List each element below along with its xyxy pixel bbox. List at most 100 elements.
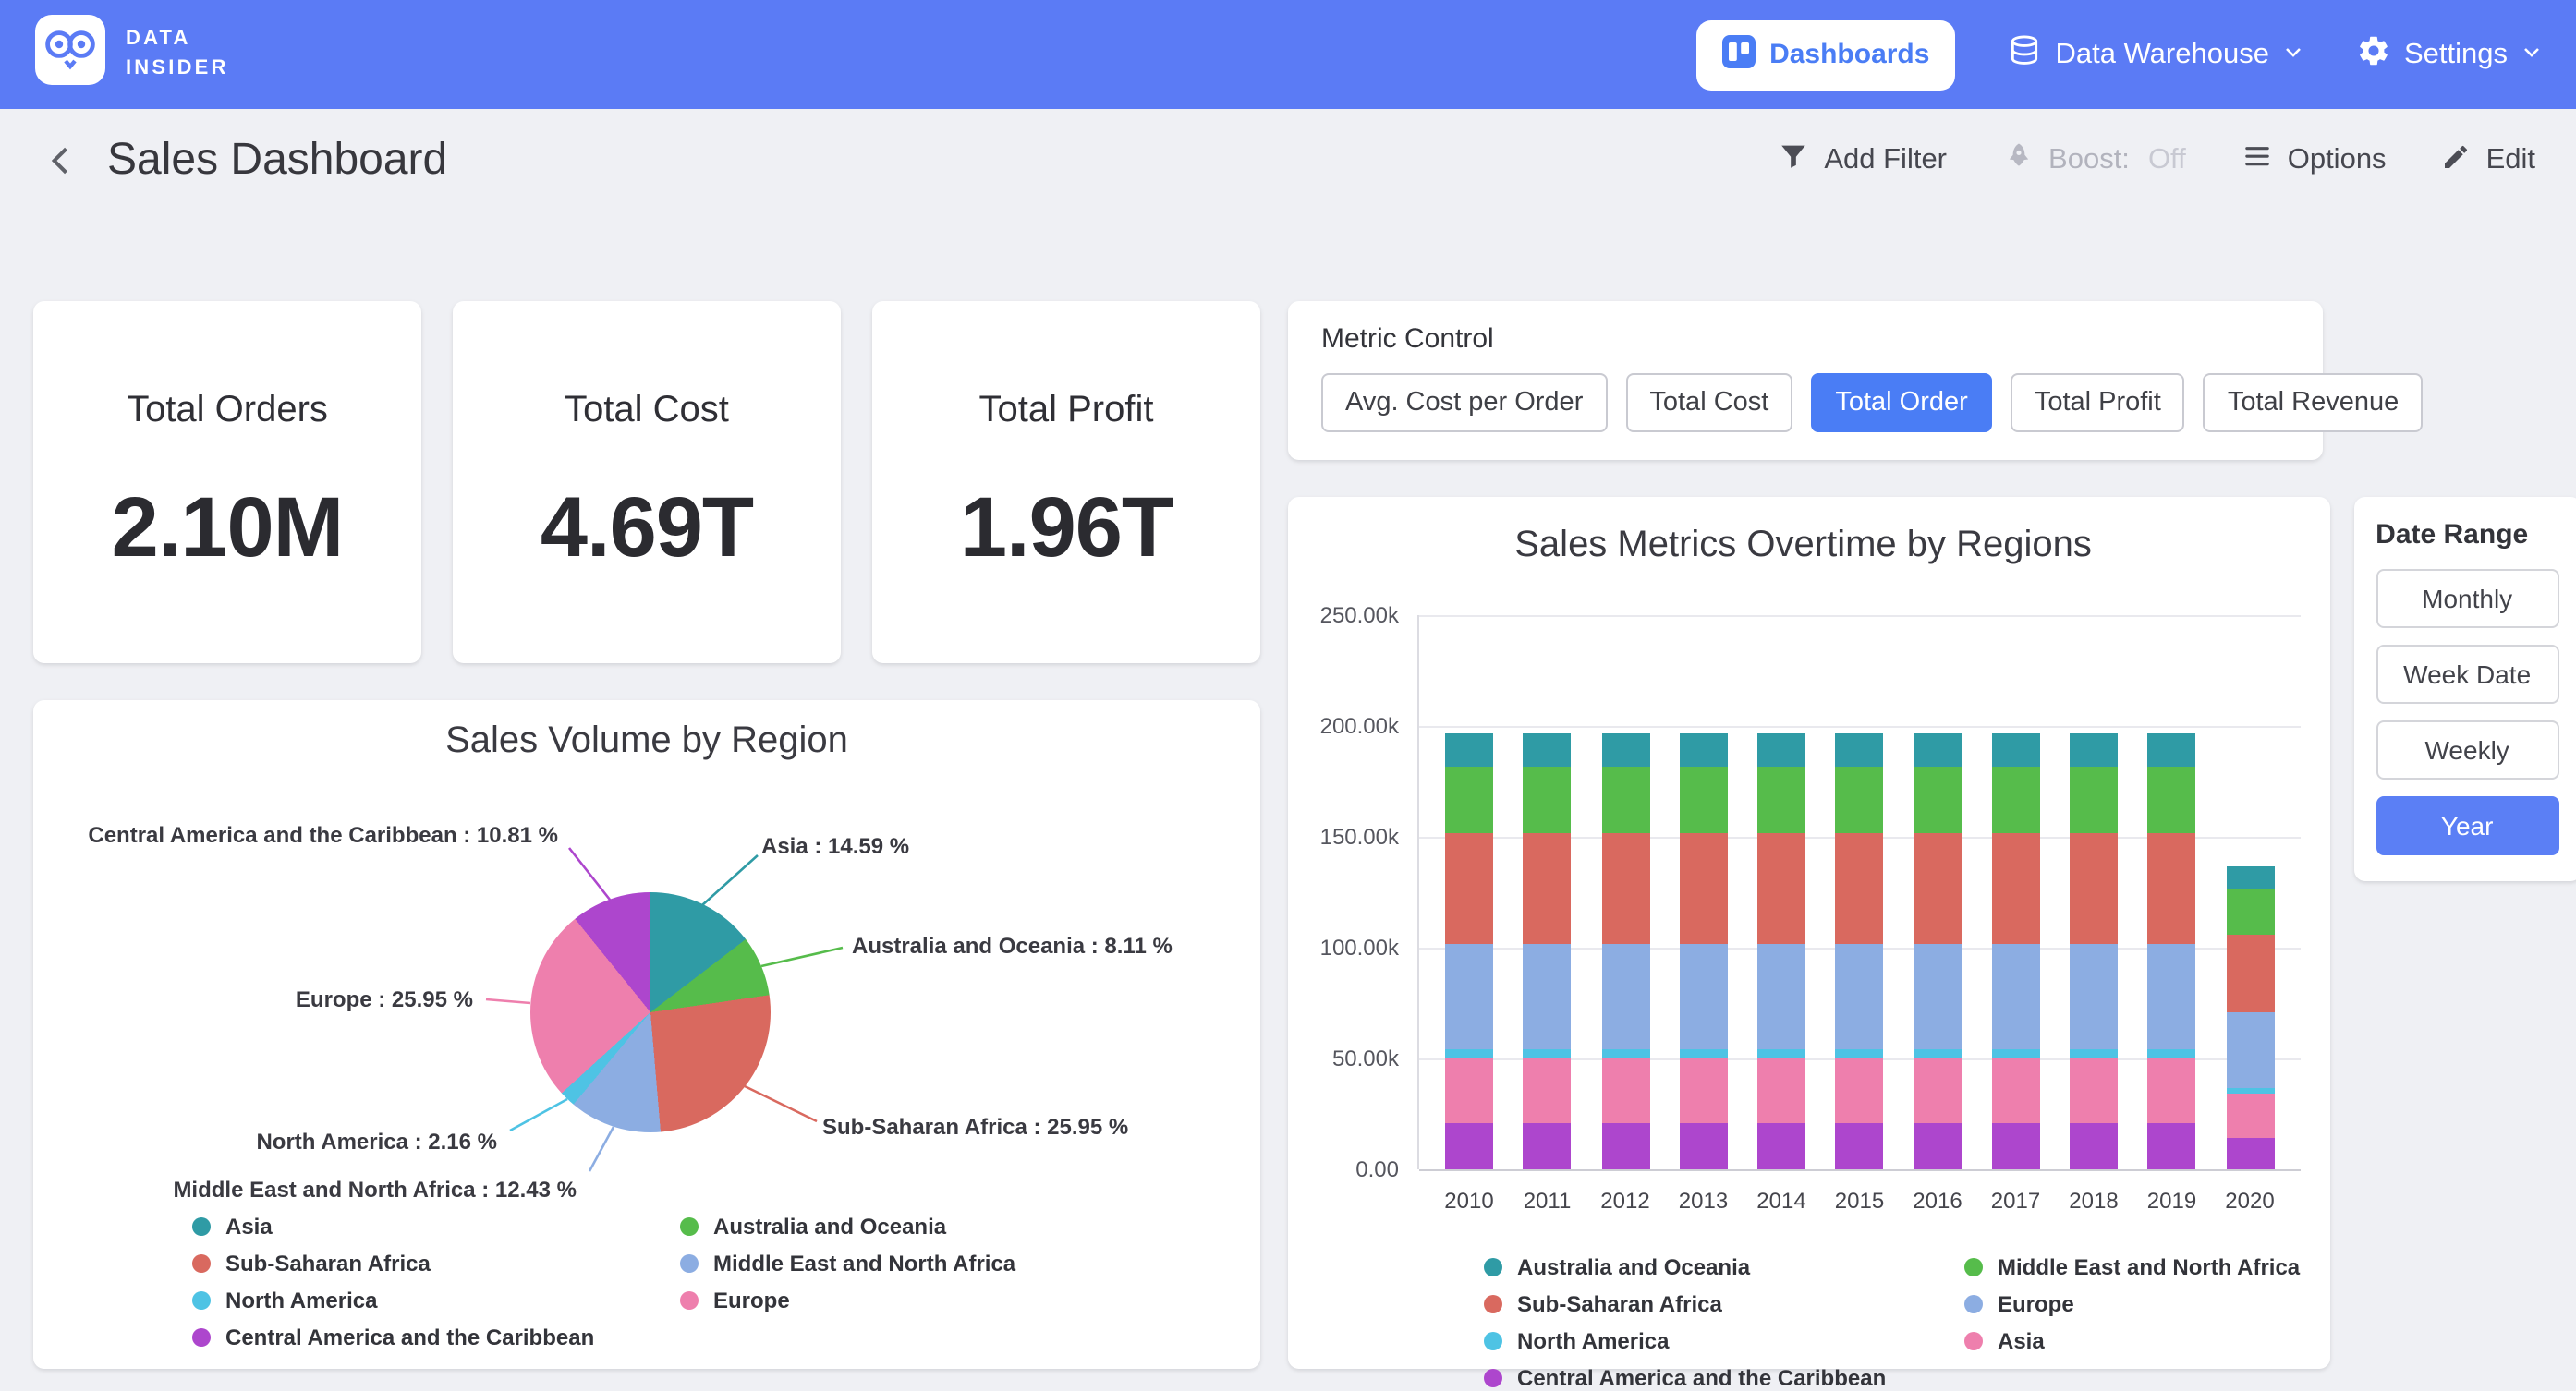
legend-item[interactable]: Australia and Oceania [680, 1214, 1015, 1240]
bar-segment [2226, 888, 2274, 934]
header-actions: Add Filter Boost: Off Options [1778, 140, 2535, 181]
bar-segment [2226, 865, 2274, 888]
legend-label: Sub-Saharan Africa [225, 1251, 431, 1276]
legend-item[interactable]: Sub-Saharan Africa [1484, 1291, 1964, 1317]
pie-label-sub-saharan-africa: Sub-Saharan Africa : 25.95 % [822, 1114, 1128, 1140]
brand[interactable]: DATA INSIDER [33, 13, 229, 96]
bar-segment [2070, 943, 2118, 1049]
legend-item[interactable]: Sub-Saharan Africa [192, 1251, 680, 1276]
metric-button-total-order[interactable]: Total Order [1811, 373, 1991, 432]
y-tick-label: 0.00 [1355, 1156, 1399, 1182]
legend-item[interactable]: Central America and the Caribbean [192, 1324, 680, 1350]
bar-2017[interactable]: 2017 [1992, 732, 2040, 1169]
options-button[interactable]: Options [2242, 140, 2387, 181]
legend-label: North America [225, 1288, 378, 1313]
bar-chart-card: Sales Metrics Overtime by Regions 250.00… [1288, 497, 2329, 1369]
legend-item[interactable]: Europe [1964, 1291, 2300, 1317]
legend-item[interactable]: North America [1484, 1328, 1964, 1354]
legend-item[interactable]: Asia [192, 1214, 680, 1240]
bar-segment [1601, 1058, 1649, 1123]
kpi-total-profit: Total Profit 1.96T [872, 301, 1260, 663]
legend-item[interactable]: Asia [1964, 1328, 2300, 1354]
back-button[interactable] [41, 140, 81, 181]
bar-2016[interactable]: 2016 [1914, 732, 1962, 1169]
bar-2020[interactable]: 2020 [2226, 865, 2274, 1169]
brand-line1: DATA [126, 25, 229, 54]
date-range-week-date-button[interactable]: Week Date [2376, 645, 2558, 704]
nav-data-warehouse[interactable]: Data Warehouse [2007, 32, 2304, 77]
bar-legend-col2: Middle East and North Africa Europe Asia [1964, 1254, 2300, 1391]
legend-label: Middle East and North Africa [1998, 1254, 2300, 1280]
metric-control-title: Metric Control [1321, 323, 2290, 355]
pie-chart-area: Asia : 14.59 % Australia and Oceania : 8… [33, 763, 1260, 1206]
bar-segment [2070, 1123, 2118, 1169]
legend-item[interactable]: Australia and Oceania [1484, 1254, 1964, 1280]
bar-2015[interactable]: 2015 [1836, 732, 1884, 1169]
kpi-value: 1.96T [960, 476, 1173, 575]
bar-segment [1524, 732, 1572, 766]
date-range-year-button[interactable]: Year [2376, 796, 2558, 855]
bar-2012[interactable]: 2012 [1601, 732, 1649, 1169]
boost-label: Boost: [2048, 144, 2130, 177]
bar-segment [2070, 832, 2118, 943]
bar-chart-title: Sales Metrics Overtime by Regions [1306, 523, 2300, 567]
bar-segment [1757, 943, 1805, 1049]
legend-item[interactable]: Europe [680, 1288, 1015, 1313]
bar-segment [2148, 1049, 2196, 1058]
add-filter-button[interactable]: Add Filter [1778, 140, 1947, 181]
kpi-value: 4.69T [541, 476, 753, 575]
bar-segment [1836, 766, 1884, 832]
kpi-label: Total Cost [565, 389, 729, 431]
nav-settings[interactable]: Settings [2356, 32, 2543, 77]
bar-2019[interactable]: 2019 [2148, 732, 2196, 1169]
nav-dashboards-button[interactable]: Dashboards [1695, 19, 1955, 90]
bar-segment [2226, 1012, 2274, 1088]
bar-segment [1680, 1123, 1728, 1169]
bar-segment [1757, 1049, 1805, 1058]
bar-legend: Australia and Oceania Sub-Saharan Africa… [1484, 1254, 2300, 1391]
legend-item[interactable]: Middle East and North Africa [680, 1251, 1015, 1276]
bar-segment [2226, 1087, 2274, 1094]
page-title: Sales Dashboard [107, 135, 447, 187]
legend-label: Europe [713, 1288, 790, 1313]
date-range-weekly-button[interactable]: Weekly [2376, 720, 2558, 780]
gear-icon [2356, 32, 2391, 77]
legend-dot [680, 1217, 699, 1236]
legend-dot [1964, 1258, 1983, 1276]
metric-button-total-profit[interactable]: Total Profit [2011, 373, 2185, 432]
bars: 2010 2011 2012 2013 2014 2015 2016 2017 2018 2019… [1419, 615, 2300, 1169]
pie-legend-col1: Asia Sub-Saharan Africa North America Ce… [192, 1214, 680, 1350]
metric-button-avg-cost-per-order[interactable]: Avg. Cost per Order [1321, 373, 1607, 432]
bar-2013[interactable]: 2013 [1680, 732, 1728, 1169]
legend-dot [680, 1291, 699, 1310]
bar-segment [1836, 943, 1884, 1049]
metric-button-total-revenue[interactable]: Total Revenue [2204, 373, 2423, 432]
legend-dot [1964, 1332, 1983, 1350]
chevron-down-icon [2282, 38, 2304, 71]
legend-item[interactable]: Middle East and North Africa [1964, 1254, 2300, 1280]
metric-button-total-cost[interactable]: Total Cost [1625, 373, 1792, 432]
bar-2010[interactable]: 2010 [1445, 732, 1493, 1169]
legend-dot [1484, 1258, 1502, 1276]
bar-2014[interactable]: 2014 [1757, 732, 1805, 1169]
legend-item[interactable]: North America [192, 1288, 680, 1313]
y-axis: 250.00k 200.00k 150.00k 100.00k 50.00k 0… [1306, 615, 1417, 1169]
bar-segment [1992, 732, 2040, 766]
bar-2018[interactable]: 2018 [2070, 732, 2118, 1169]
bar-segment [2226, 935, 2274, 1012]
legend-dot [192, 1291, 211, 1310]
bar-segment [1524, 766, 1572, 832]
edit-button[interactable]: Edit [2442, 141, 2535, 180]
x-axis-label: 2012 [1600, 1188, 1649, 1214]
bar-segment [1836, 832, 1884, 943]
legend-label: Sub-Saharan Africa [1517, 1291, 1722, 1317]
bar-segment [1992, 1058, 2040, 1123]
chevron-down-icon [2521, 38, 2543, 71]
bar-segment [1836, 1058, 1884, 1123]
boost-toggle[interactable]: Boost: Off [2002, 140, 2186, 181]
date-range-monthly-button[interactable]: Monthly [2376, 569, 2558, 628]
app-viewport: DATA INSIDER Dashboards [0, 0, 2576, 1391]
bar-2011[interactable]: 2011 [1524, 732, 1572, 1169]
legend-item[interactable]: Central America and the Caribbean [1484, 1365, 1964, 1391]
top-navbar: DATA INSIDER Dashboards [0, 0, 2576, 109]
